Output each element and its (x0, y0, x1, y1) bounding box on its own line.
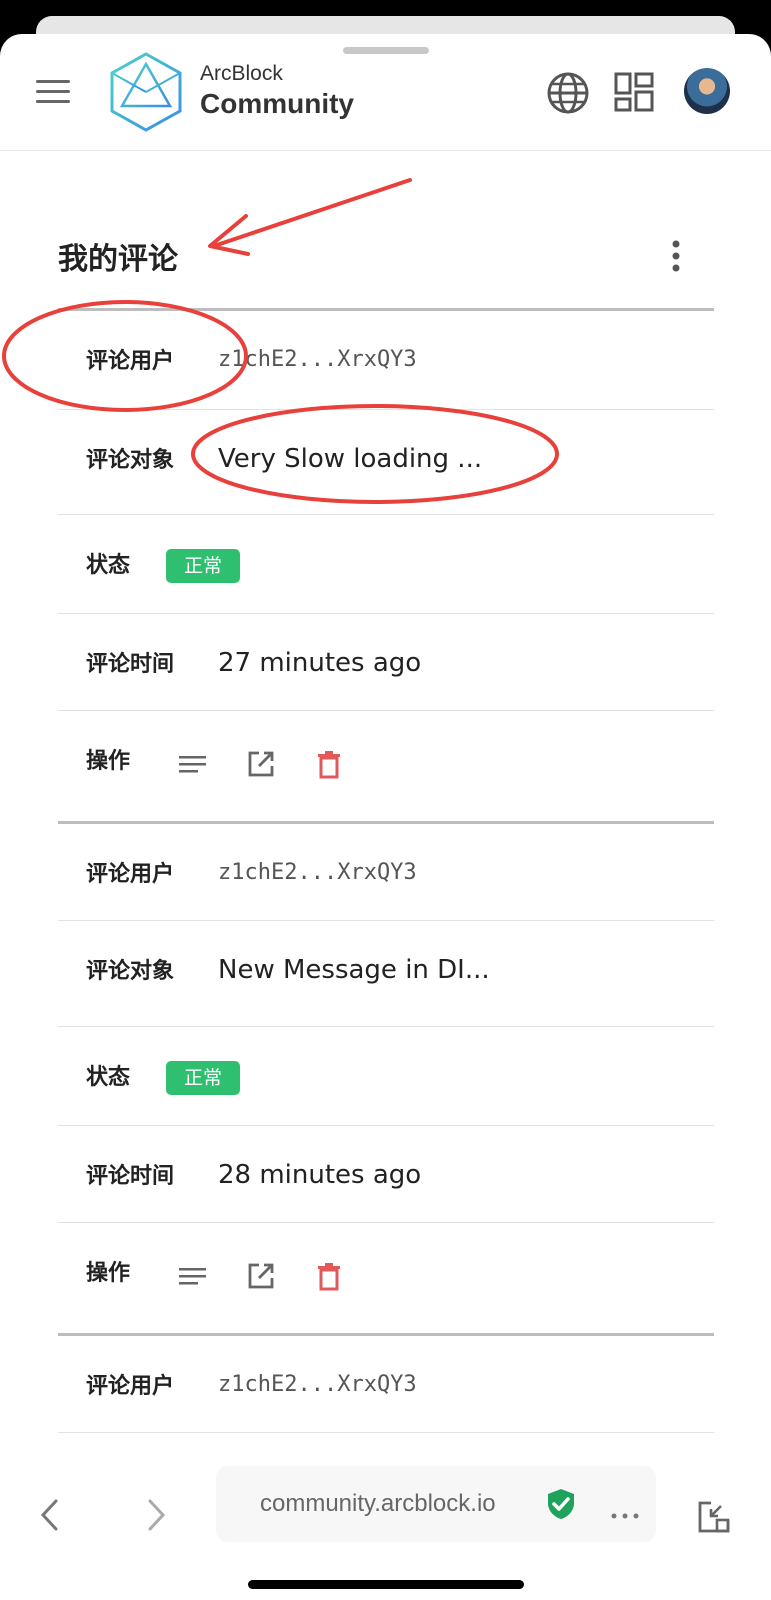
action-group (178, 749, 377, 779)
row-time: 评论时间 28 minutes ago (58, 1126, 714, 1223)
menu-icon[interactable] (36, 78, 72, 106)
more-horiz-icon[interactable] (610, 1512, 640, 1520)
open-external-icon[interactable] (246, 1261, 276, 1291)
brand-title: Community (200, 88, 354, 119)
row-status: 状态 正常 (58, 515, 714, 614)
brand-subtitle: ArcBlock (200, 62, 283, 85)
row-actions: 操作 (58, 1223, 714, 1333)
url-bar[interactable]: community.arcblock.io (216, 1466, 656, 1542)
user-id[interactable]: z1chE2...XrxQY3 (218, 1372, 417, 1397)
row-label: 操作 (86, 749, 131, 774)
delete-icon[interactable] (314, 1261, 344, 1291)
shield-check-icon (548, 1489, 574, 1519)
user-id[interactable]: z1chE2...XrxQY3 (218, 347, 417, 372)
status-badge: 正常 (166, 1061, 241, 1095)
row-label: 评论时间 (86, 1164, 175, 1189)
row-label: 评论时间 (86, 652, 175, 677)
comment-record: 评论用户 z1chE2...XrxQY3 评论对象 New Message in… (58, 821, 714, 1333)
comment-list: 评论用户 z1chE2...XrxQY3 评论对象 Very Slow load… (58, 308, 714, 1433)
row-label: 评论用户 (86, 1374, 175, 1399)
row-label: 评论用户 (86, 349, 175, 374)
status-badge: 正常 (166, 549, 241, 583)
comment-target-link[interactable]: Very Slow loading ... (218, 444, 482, 474)
row-target: 评论对象 Very Slow loading ... (58, 410, 714, 515)
back-icon[interactable] (38, 1498, 62, 1532)
picture-in-picture-icon[interactable] (697, 1500, 731, 1534)
action-group (178, 1261, 377, 1291)
apps-grid-icon[interactable] (614, 72, 654, 112)
more-vert-icon[interactable] (670, 238, 682, 274)
user-id[interactable]: z1chE2...XrxQY3 (218, 860, 417, 885)
row-label: 操作 (86, 1261, 131, 1286)
list-detail-icon[interactable] (178, 1261, 208, 1291)
forward-icon[interactable] (144, 1498, 168, 1532)
row-label: 状态 (86, 553, 131, 578)
row-label: 评论对象 (86, 959, 175, 984)
row-label: 评论用户 (86, 862, 175, 887)
list-detail-icon[interactable] (178, 749, 208, 779)
top-header: ArcBlock Community (0, 34, 771, 151)
row-target: 评论对象 New Message in DI... (58, 921, 714, 1027)
annotation-arrowhead (208, 214, 250, 256)
globe-icon[interactable] (546, 71, 590, 115)
row-actions: 操作 (58, 711, 714, 821)
row-user: 评论用户 z1chE2...XrxQY3 (58, 1336, 714, 1433)
avatar[interactable] (684, 68, 730, 114)
delete-icon[interactable] (314, 749, 344, 779)
app-sheet: ArcBlock Community 我的评论 评论用户 z1chE2...Xr… (0, 34, 771, 1600)
url-text[interactable]: community.arcblock.io (260, 1490, 496, 1518)
comment-target-link[interactable]: New Message in DI... (218, 955, 490, 985)
page-title: 我的评论 (58, 242, 178, 277)
open-external-icon[interactable] (246, 749, 276, 779)
row-time: 评论时间 27 minutes ago (58, 614, 714, 711)
comment-time: 28 minutes ago (218, 1160, 422, 1190)
comment-record: 评论用户 z1chE2...XrxQY3 (58, 1333, 714, 1433)
home-indicator (248, 1580, 524, 1589)
row-label: 评论对象 (86, 448, 175, 473)
row-label: 状态 (86, 1065, 131, 1090)
comment-record: 评论用户 z1chE2...XrxQY3 评论对象 Very Slow load… (58, 308, 714, 821)
row-user: 评论用户 z1chE2...XrxQY3 (58, 311, 714, 410)
comment-time: 27 minutes ago (218, 648, 422, 678)
arcblock-logo-icon[interactable] (108, 50, 184, 134)
row-user: 评论用户 z1chE2...XrxQY3 (58, 824, 714, 921)
browser-toolbar: community.arcblock.io (0, 1456, 771, 1600)
annotation-arrow (212, 178, 412, 248)
row-status: 状态 正常 (58, 1027, 714, 1126)
